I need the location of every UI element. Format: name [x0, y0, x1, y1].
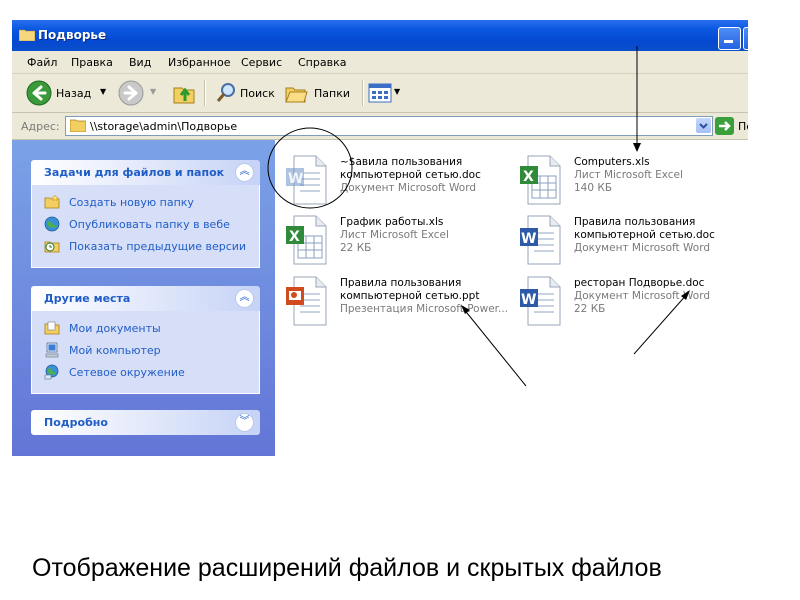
arrow-to-restaurant-doc — [633, 290, 690, 355]
arrow-to-ppt — [461, 305, 527, 387]
arrow-to-computers-xls — [633, 46, 641, 152]
annotation-overlay — [267, 46, 690, 387]
slide-caption: Отображение расширений файлов и скрытых … — [32, 554, 662, 582]
highlight-circle — [267, 127, 353, 209]
